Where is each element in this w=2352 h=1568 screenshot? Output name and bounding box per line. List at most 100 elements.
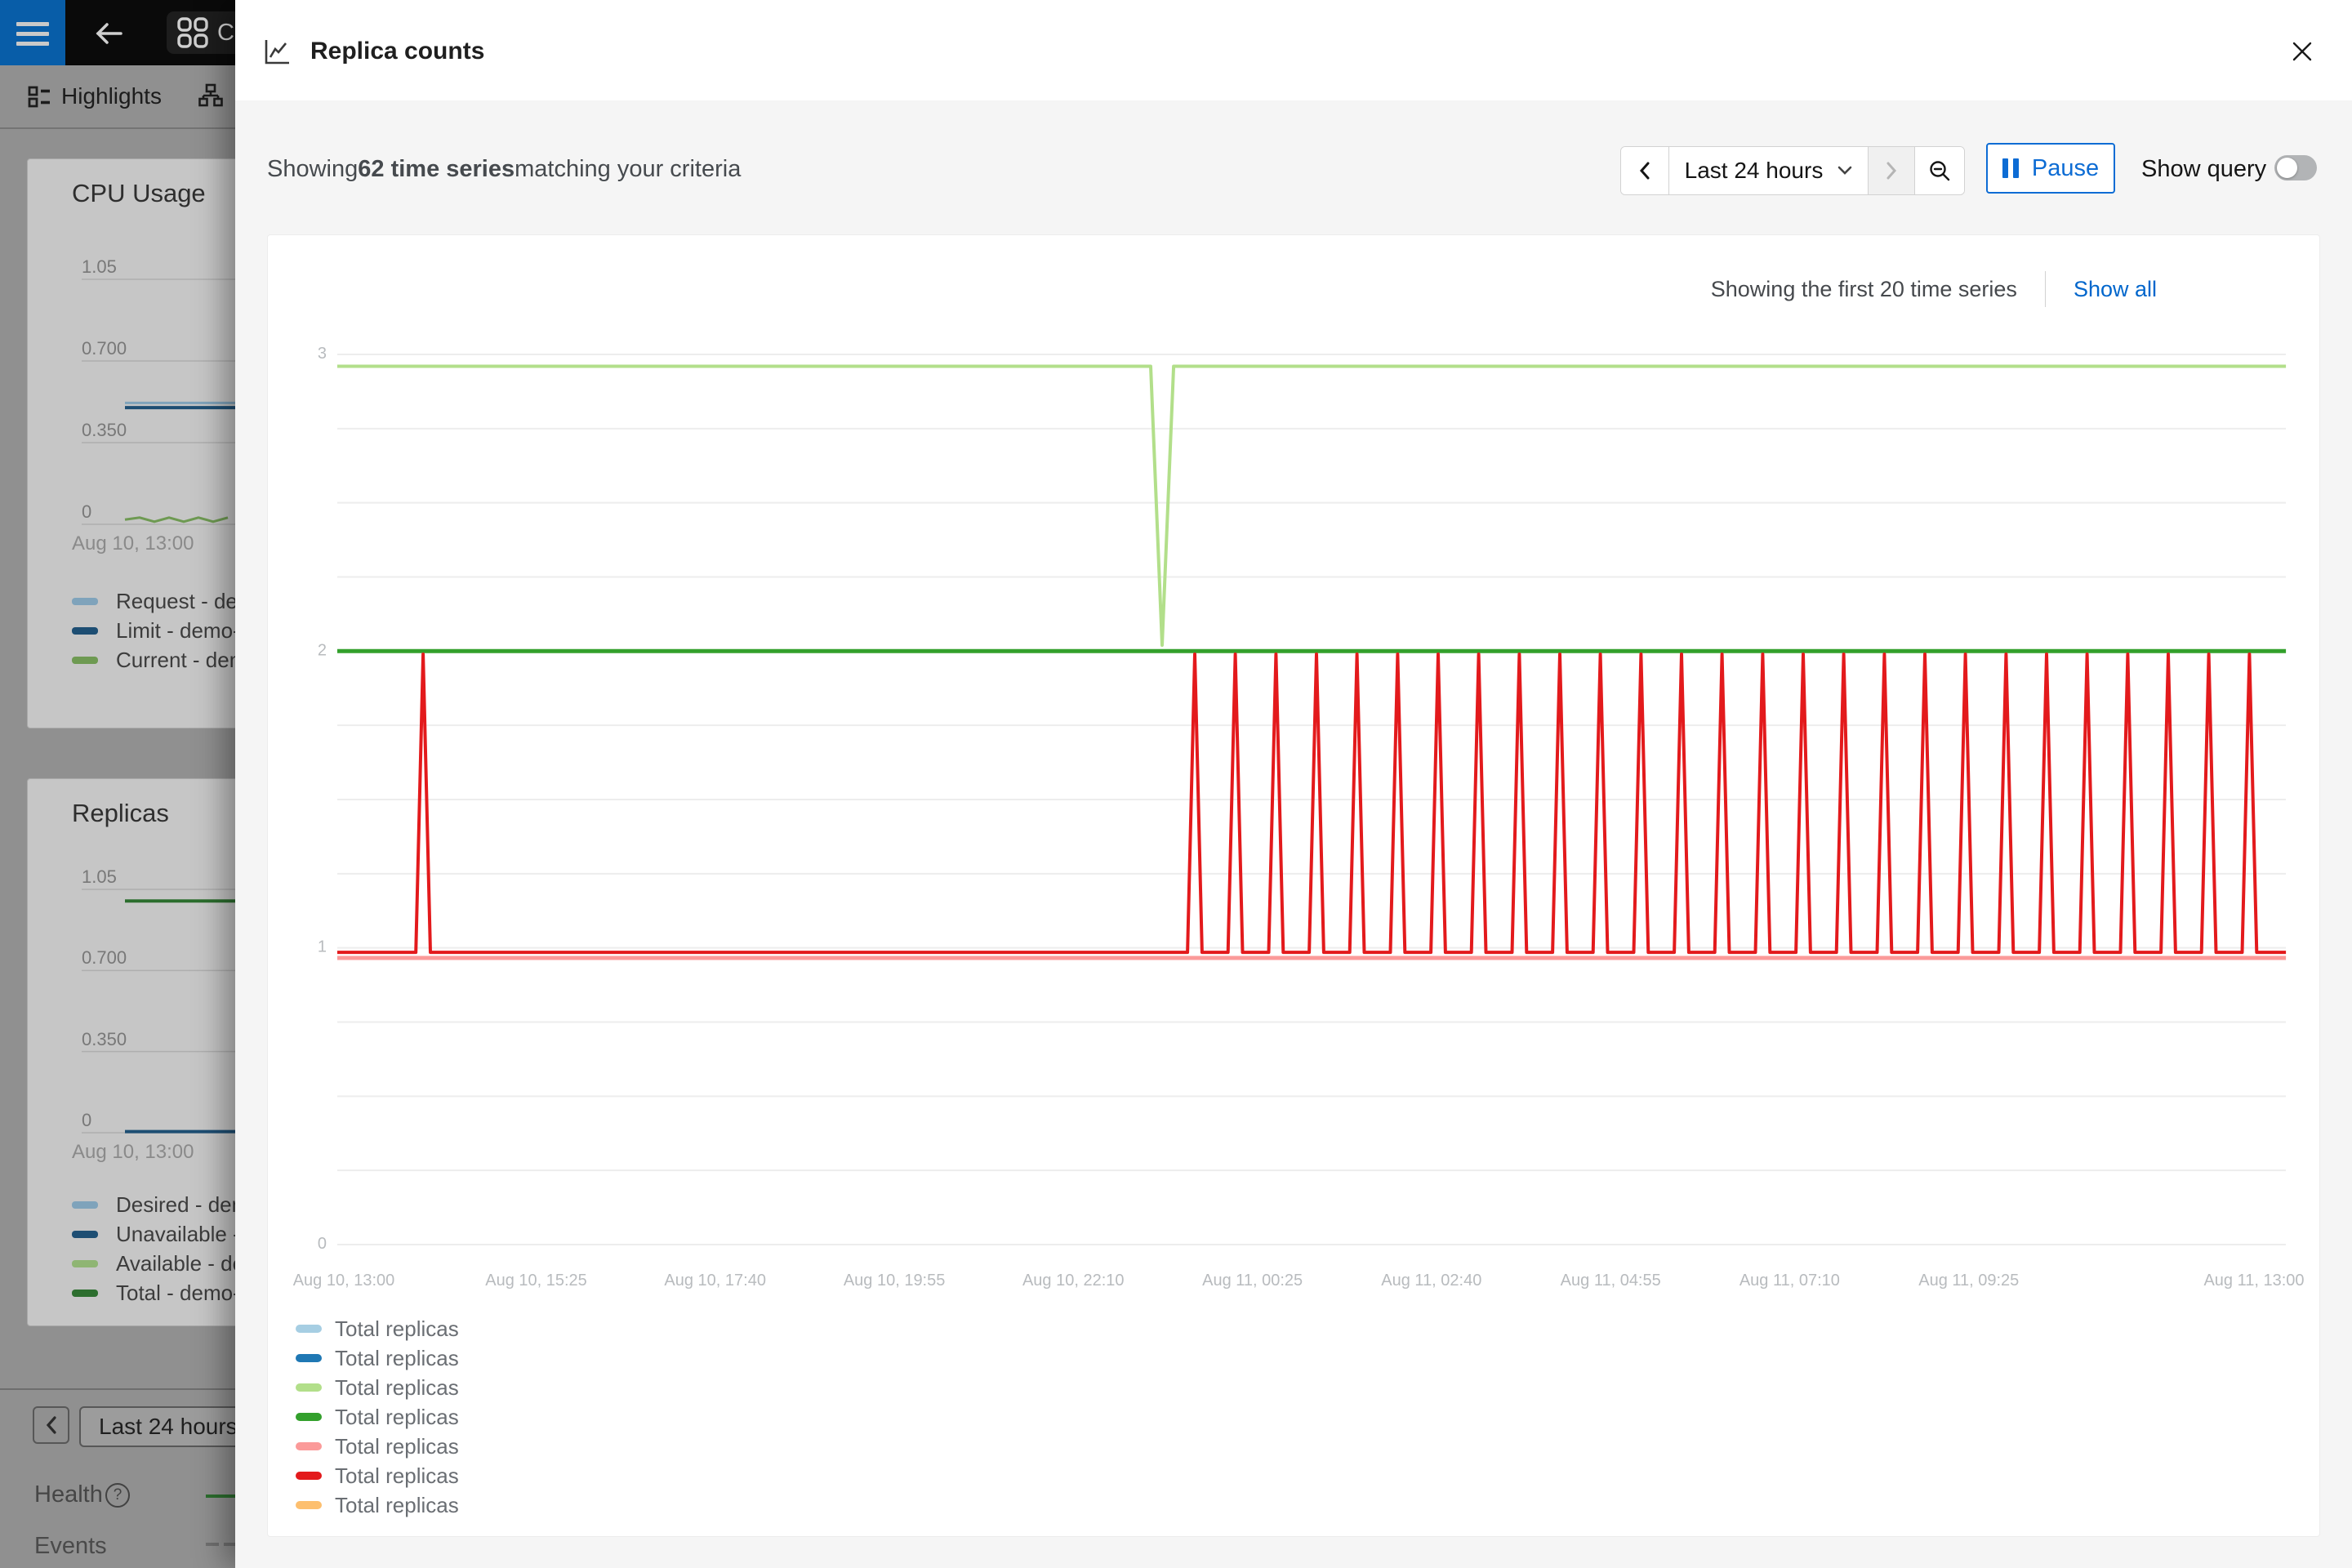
series-line: [337, 654, 2286, 952]
x-tick-label: Aug 10, 13:00: [72, 532, 194, 555]
legend-label: Total replicas: [335, 1316, 459, 1342]
highlights-icon: [27, 84, 51, 109]
series-count-summary: Showing 62 time series matching your cri…: [267, 145, 741, 193]
divider: [0, 127, 235, 129]
time-range-control-group: Last 24 hours: [1620, 146, 1965, 195]
y-tick-label: 0.700: [82, 338, 127, 359]
legend-swatch: [296, 1501, 322, 1509]
help-icon-glyph: ?: [114, 1486, 122, 1504]
legend-item[interactable]: Unavailable - de: [72, 1222, 235, 1247]
x-tick-label: Aug 11, 09:25: [1918, 1272, 2019, 1290]
replica-counts-modal: Replica counts Showing 62 time series ma…: [235, 0, 2352, 1568]
modal-header: Replica counts: [235, 0, 2352, 100]
divider: [0, 1388, 235, 1390]
x-tick-label: Aug 11, 00:25: [1202, 1272, 1303, 1290]
legend-swatch: [296, 1472, 322, 1480]
legend-item[interactable]: Total replicas: [296, 1432, 459, 1461]
menu-button[interactable]: [0, 0, 65, 65]
chart-card: Showing the first 20 time series Show al…: [267, 234, 2320, 1537]
sidebar-tabs: Highlights: [0, 65, 235, 127]
chevron-left-icon: [1637, 161, 1653, 180]
back-button[interactable]: [91, 18, 127, 49]
app-tab[interactable]: C: [167, 11, 235, 54]
x-tick-label: Aug 10, 13:00: [72, 1141, 194, 1164]
tab-highlights-label: Highlights: [61, 83, 162, 109]
replica-counts-chart: 3210Aug 10, 13:00Aug 10, 15:25Aug 10, 17…: [268, 235, 2319, 1313]
range-dropdown[interactable]: Last 24 hours: [79, 1406, 235, 1447]
range-dropdown-label: Last 24 hours: [1685, 158, 1824, 184]
replicas-card: Replicas 1.050.7000.3500Aug 10, 13:00Des…: [27, 778, 235, 1326]
legend-label: Total - demo-de: [116, 1281, 235, 1306]
cpu-usage-card: CPU Usage 1.050.7000.3500Aug 10, 13:00Re…: [27, 158, 235, 728]
legend-label: Total replicas: [335, 1375, 459, 1401]
legend-item[interactable]: Total replicas: [296, 1490, 459, 1520]
x-tick-label: Aug 10, 17:40: [664, 1272, 766, 1290]
legend-label: Unavailable - de: [116, 1222, 235, 1247]
help-icon[interactable]: ?: [105, 1483, 130, 1508]
x-tick-label: Aug 11, 02:40: [1381, 1272, 1481, 1290]
app-grid-icon: [176, 16, 209, 49]
legend-swatch: [72, 1201, 98, 1209]
tab-highlights[interactable]: Highlights: [27, 83, 162, 109]
legend-label: Total replicas: [335, 1405, 459, 1430]
legend-swatch: [296, 1354, 322, 1362]
chart-legend: Total replicasTotal replicasTotal replic…: [296, 1314, 459, 1520]
close-button[interactable]: [2290, 39, 2314, 64]
x-tick-label: Aug 11, 13:00: [2203, 1272, 2304, 1290]
series-line: [337, 367, 2286, 646]
legend-swatch: [72, 627, 98, 635]
legend-item[interactable]: Total replicas: [296, 1343, 459, 1373]
pause-button[interactable]: Pause: [1986, 143, 2115, 194]
range-dropdown[interactable]: Last 24 hours: [1668, 147, 1868, 194]
legend-item[interactable]: Current - demo-: [72, 648, 235, 673]
zoom-out-button[interactable]: [1914, 147, 1964, 194]
modal-title: Replica counts: [310, 38, 484, 65]
y-tick-label: 1.05: [82, 256, 117, 278]
legend-swatch: [296, 1325, 322, 1333]
legend-item[interactable]: Total replicas: [296, 1373, 459, 1402]
y-tick-label: 2: [318, 641, 327, 659]
legend-item[interactable]: Total replicas: [296, 1461, 459, 1490]
pause-icon: [2002, 158, 2019, 178]
range-back-button[interactable]: [1621, 147, 1668, 194]
zoom-out-icon: [1927, 158, 1952, 183]
y-tick-label: 0: [82, 501, 91, 523]
legend-swatch: [296, 1442, 322, 1450]
range-forward-button-disabled[interactable]: [1868, 147, 1914, 194]
chevron-left-icon: [43, 1415, 60, 1435]
chevron-down-icon: [1838, 166, 1852, 176]
legend-item[interactable]: Total replicas: [296, 1402, 459, 1432]
y-tick-label: 0: [82, 1110, 91, 1131]
legend-label: Total replicas: [335, 1346, 459, 1371]
show-query-toggle[interactable]: [2274, 155, 2317, 180]
legend-swatch: [72, 1260, 98, 1267]
legend-item[interactable]: Available - demo: [72, 1251, 235, 1276]
y-tick-label: 0.700: [82, 947, 127, 969]
mini-series-line: [125, 518, 228, 522]
events-dash: [206, 1543, 219, 1546]
legend-item[interactable]: Total - demo-de: [72, 1281, 235, 1306]
prev-range-button[interactable]: [33, 1406, 69, 1444]
toggle-knob: [2277, 158, 2297, 178]
legend-item[interactable]: Request - demo: [72, 589, 235, 614]
tab-topology[interactable]: [198, 83, 223, 108]
legend-label: Total replicas: [335, 1434, 459, 1459]
legend-item[interactable]: Total replicas: [296, 1314, 459, 1343]
legend-item[interactable]: Desired - demo-: [72, 1192, 235, 1218]
y-tick-label: 1: [318, 938, 327, 956]
trend-chart-icon: [261, 36, 292, 67]
masthead: C: [0, 0, 235, 65]
x-tick-label: Aug 10, 22:10: [1022, 1272, 1125, 1290]
x-tick-label: Aug 11, 04:55: [1561, 1272, 1661, 1290]
range-dropdown-label: Last 24 hours: [99, 1414, 235, 1440]
legend-item[interactable]: Limit - demo-de: [72, 618, 235, 644]
legend-swatch: [72, 598, 98, 605]
y-tick-label: 0: [318, 1235, 327, 1253]
arrow-left-icon: [91, 18, 127, 49]
legend-label: Available - demo: [116, 1251, 235, 1276]
legend-label: Request - demo: [116, 589, 235, 614]
close-icon: [2291, 40, 2314, 63]
pause-button-label: Pause: [2032, 155, 2099, 182]
y-tick-label: 0.350: [82, 420, 127, 441]
x-tick-label: Aug 10, 15:25: [485, 1272, 587, 1290]
